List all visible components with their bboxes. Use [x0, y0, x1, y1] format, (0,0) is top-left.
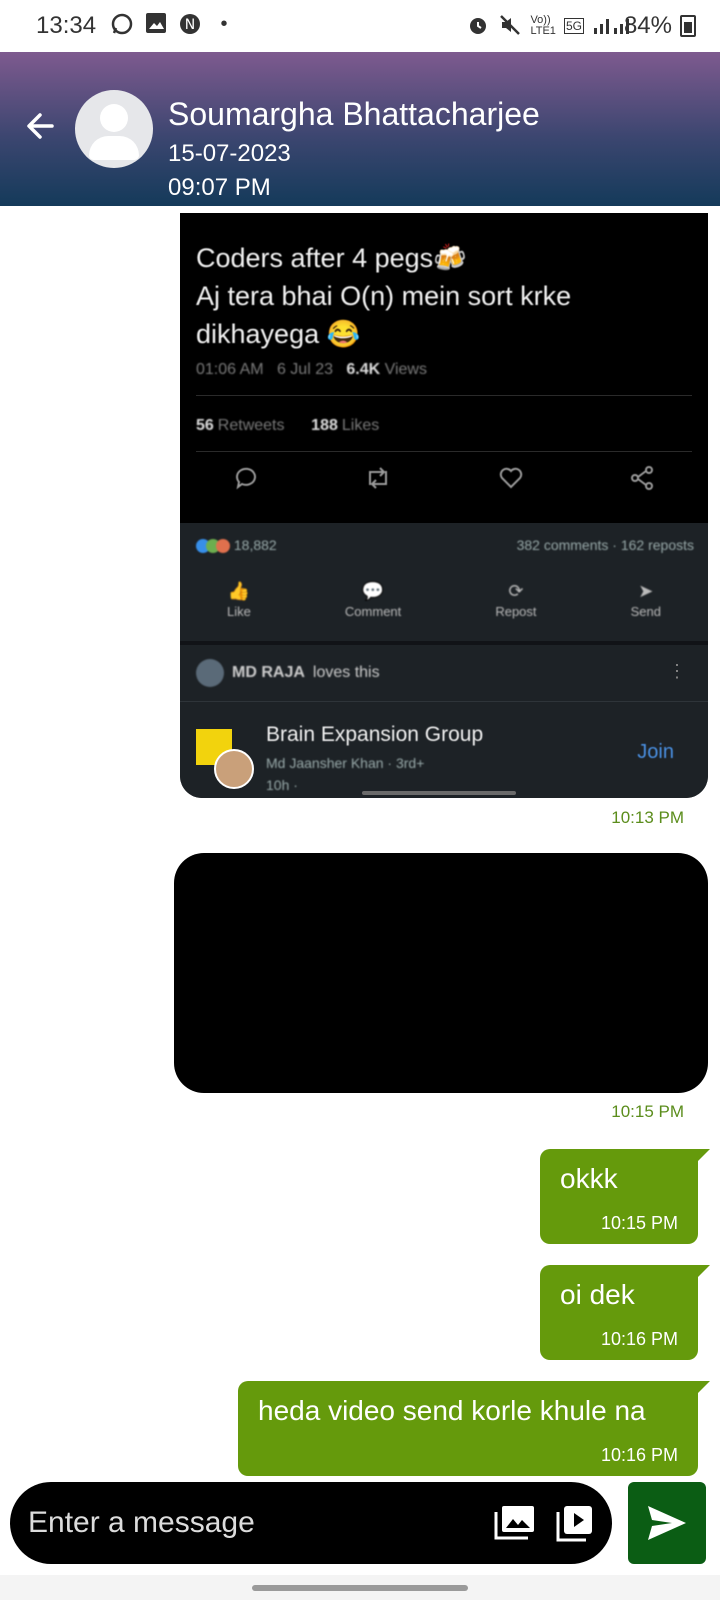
message-timestamp: 10:15 PM	[611, 1102, 684, 1121]
svg-text:N: N	[185, 17, 195, 33]
status-time: 13:34	[36, 12, 97, 39]
back-arrow-icon[interactable]	[22, 108, 58, 144]
message-composer	[10, 1482, 612, 1564]
tweet-stats: 56 Retweets 188 Likes	[196, 417, 380, 434]
tweet-actions	[180, 465, 708, 498]
tweet-screenshot: Coders after 4 pegs🍻 Aj tera bhai O(n) m…	[180, 213, 708, 523]
tweet-text: Coders after 4 pegs🍻 Aj tera bhai O(n) m…	[196, 243, 572, 349]
outgoing-message[interactable]: heda video send korle khule na 10:16 PM	[238, 1381, 710, 1476]
contact-date: 15-07-2023	[168, 140, 291, 167]
group-subtitle: Md Jaansher Khan · 3rd+	[266, 755, 425, 771]
message-text: heda video send korle khule na	[258, 1395, 646, 1426]
dot-icon: •	[220, 13, 228, 35]
reactions-count: 18,882	[196, 537, 277, 554]
more-dots-icon: ⋮	[668, 661, 686, 681]
group-name: Brain Expansion Group	[266, 723, 484, 746]
contact-avatar[interactable]	[75, 90, 153, 168]
image-message[interactable]	[174, 853, 708, 1093]
gallery-icon[interactable]	[494, 1504, 536, 1542]
retweet-icon	[364, 465, 392, 498]
send-icon: ➤	[638, 581, 654, 601]
outgoing-message[interactable]: oi dek 10:16 PM	[540, 1265, 710, 1360]
send-icon	[648, 1506, 686, 1540]
avatar	[214, 749, 254, 789]
heart-icon	[498, 465, 524, 498]
navigation-bar	[0, 1575, 720, 1600]
linkedin-group-card: MD RAJA loves this ⋮ Brain Expansion Gro…	[180, 645, 708, 798]
battery-percent: 84%	[623, 12, 672, 39]
message-text: oi dek	[560, 1279, 635, 1310]
linkedin-post-bar: 18,882 382 comments · 162 reposts 👍 Like …	[180, 523, 708, 641]
app-icon: N	[178, 12, 202, 36]
signal-icon	[592, 14, 629, 38]
gallery-icon	[144, 12, 168, 36]
message-input[interactable]	[28, 1498, 468, 1548]
message-timestamp: 10:16 PM	[600, 1329, 678, 1349]
group-age: 10h ·	[266, 777, 298, 793]
linkedin-actions: 👍 Like 💬 Comment ⟳ Repost ➤ Send	[227, 581, 661, 619]
alarm-icon	[466, 14, 490, 38]
send-button[interactable]	[628, 1482, 706, 1564]
join-label: Join	[637, 741, 674, 763]
video-icon[interactable]	[556, 1504, 594, 1542]
loves-line: MD RAJA loves this	[196, 659, 380, 687]
contact-name[interactable]: Soumargha Bhattacharjee	[168, 96, 540, 133]
message-timestamp: 10:13 PM	[611, 808, 684, 827]
reply-icon	[233, 465, 259, 498]
message-timestamp: 10:16 PM	[600, 1445, 678, 1465]
repost-icon: ⟳	[508, 581, 524, 601]
chat-header: Soumargha Bhattacharjee 15-07-2023 09:07…	[0, 52, 720, 206]
avatar	[196, 659, 224, 687]
home-indicator[interactable]	[252, 1585, 468, 1591]
comments-reposts-count: 382 comments · 162 reposts	[516, 537, 694, 553]
volte-label: Vo)) LTE1	[530, 14, 556, 37]
battery-icon	[680, 15, 696, 37]
thumbs-up-icon: 👍	[227, 581, 251, 601]
tweet-meta: 01:06 AM 6 Jul 23 6.4K Views	[196, 361, 427, 378]
outgoing-message[interactable]: okkk 10:15 PM	[540, 1149, 710, 1244]
contact-time: 09:07 PM	[168, 174, 271, 201]
message-text: okkk	[560, 1163, 618, 1194]
image-message[interactable]: Coders after 4 pegs🍻 Aj tera bhai O(n) m…	[180, 213, 708, 798]
mute-icon	[498, 14, 522, 38]
whatsapp-icon	[110, 12, 134, 36]
network-gen: 5G	[563, 18, 584, 34]
share-icon	[629, 465, 655, 498]
status-bar: 13:34 N • Vo)) LTE1 5G 84%	[0, 0, 720, 52]
comment-icon: 💬	[361, 581, 385, 601]
message-timestamp: 10:15 PM	[600, 1213, 678, 1233]
